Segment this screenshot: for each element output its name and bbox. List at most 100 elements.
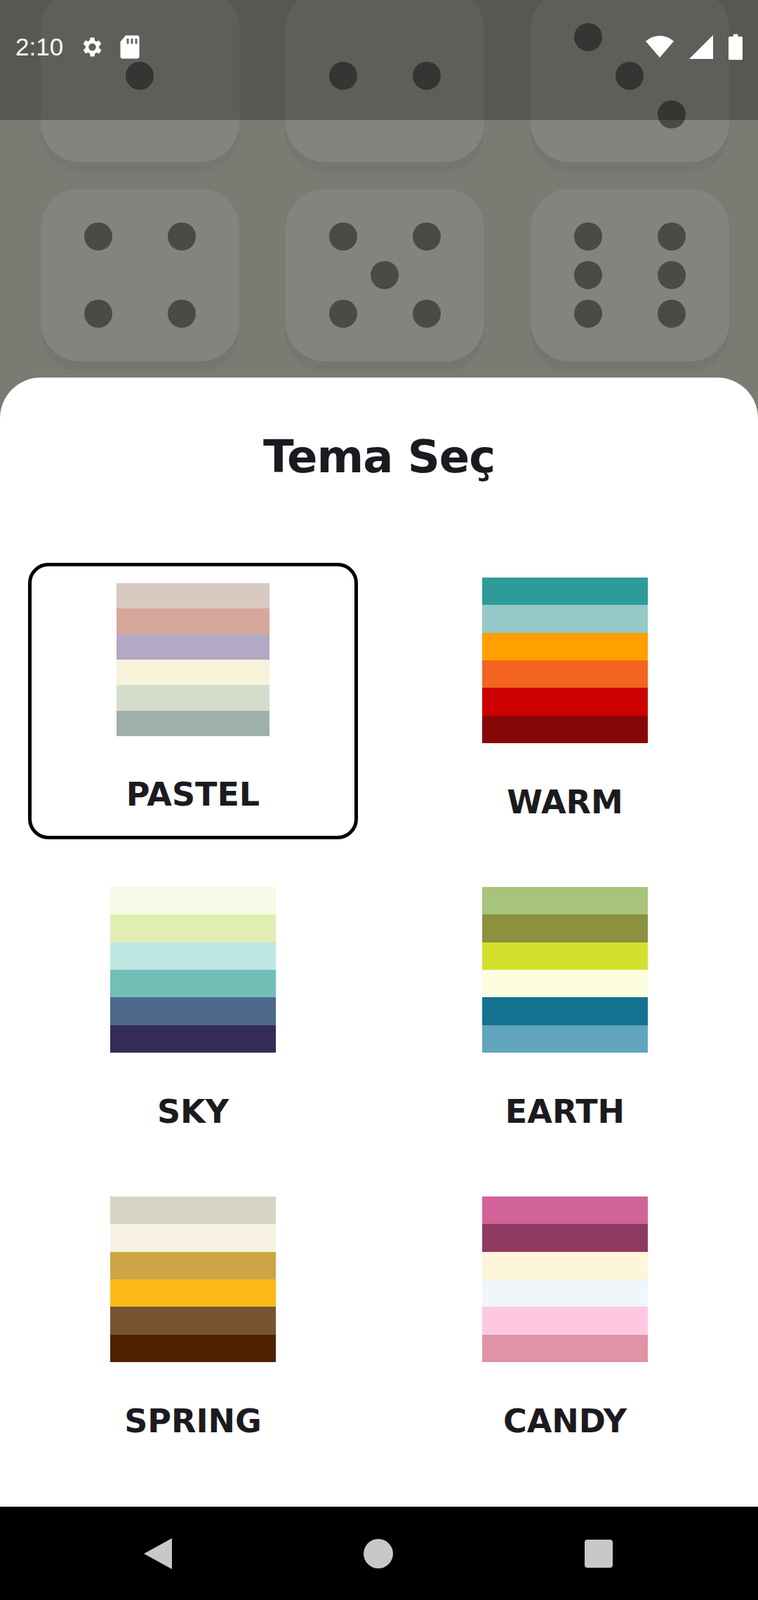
status-bar: 2:10 — [0, 0, 758, 121]
gear-icon — [78, 34, 104, 60]
theme-option[interactable]: PASTEL — [28, 562, 358, 840]
color-stripe — [482, 577, 648, 605]
clock: 2:10 — [15, 32, 64, 62]
color-stripe — [482, 969, 648, 998]
die-cell — [119, 255, 162, 295]
pip — [84, 299, 113, 328]
color-stripe — [482, 687, 648, 716]
color-swatch — [110, 887, 276, 1053]
color-stripe — [482, 633, 648, 661]
theme-option[interactable]: CANDY — [400, 1181, 730, 1459]
home-icon — [363, 1539, 394, 1569]
color-stripe — [482, 1196, 648, 1225]
theme-option[interactable]: SKY — [28, 872, 358, 1149]
theme-option[interactable]: WARM — [400, 562, 730, 840]
color-stripe — [482, 1224, 648, 1252]
die-cell — [119, 216, 162, 256]
color-stripe — [116, 583, 270, 609]
wifi-icon — [645, 35, 674, 59]
color-swatch — [482, 887, 648, 1053]
color-stripe — [110, 1306, 276, 1335]
color-stripe — [482, 1306, 648, 1335]
theme-name: PASTEL — [126, 776, 260, 813]
color-stripe — [110, 1196, 276, 1225]
pip — [412, 222, 441, 251]
die-cell — [567, 216, 610, 256]
color-stripe — [116, 685, 270, 711]
pip — [167, 222, 196, 251]
color-swatch — [482, 1196, 648, 1363]
color-stripe — [482, 604, 648, 633]
color-stripe — [110, 1224, 276, 1252]
die-cell — [322, 294, 365, 334]
color-swatch — [110, 1196, 276, 1363]
home-button[interactable] — [339, 1515, 417, 1593]
die-cell — [364, 294, 407, 334]
pip — [329, 222, 358, 251]
color-stripe — [116, 710, 270, 737]
recents-icon — [584, 1539, 613, 1568]
pip — [657, 222, 686, 251]
color-stripe — [110, 997, 276, 1025]
color-stripe — [110, 1279, 276, 1307]
color-stripe — [482, 1334, 648, 1363]
color-stripe — [482, 1252, 648, 1280]
color-stripe — [116, 634, 270, 660]
die — [530, 188, 730, 372]
color-stripe — [110, 942, 276, 970]
theme-name: CANDY — [503, 1403, 627, 1440]
pip — [329, 299, 358, 328]
die-cell — [119, 294, 162, 334]
pip — [657, 261, 686, 290]
theme-name: EARTH — [505, 1093, 625, 1130]
color-stripe — [110, 887, 276, 915]
color-stripe — [482, 1279, 648, 1307]
color-swatch — [482, 577, 648, 744]
color-swatch — [116, 583, 270, 737]
color-stripe — [482, 715, 648, 744]
die-cell — [609, 255, 652, 295]
background-area: 2:10 — [0, 0, 758, 378]
die-cell — [609, 294, 652, 334]
pip — [370, 261, 399, 290]
die-cell — [322, 216, 365, 256]
recents-button[interactable] — [560, 1515, 638, 1593]
die-cell — [160, 216, 203, 256]
color-stripe — [482, 997, 648, 1025]
battery-icon — [728, 33, 743, 61]
pip — [84, 222, 113, 251]
signal-icon — [689, 35, 714, 59]
die-cell — [160, 255, 203, 295]
die-cell — [650, 216, 693, 256]
color-stripe — [482, 660, 648, 688]
sheet-title: Tema Seç — [263, 430, 495, 484]
color-stripe — [482, 1025, 648, 1053]
pip — [574, 261, 603, 290]
back-icon — [143, 1538, 172, 1570]
die — [40, 188, 240, 372]
die-cell — [77, 255, 120, 295]
die-cell — [567, 255, 610, 295]
die-cell — [405, 216, 448, 256]
color-stripe — [116, 659, 270, 686]
pip — [574, 299, 603, 328]
theme-name: WARM — [506, 783, 623, 821]
status-row: 2:10 — [0, 0, 758, 95]
die-cell — [77, 216, 120, 256]
color-stripe — [110, 1252, 276, 1280]
pip — [574, 222, 603, 251]
color-stripe — [110, 1334, 276, 1363]
navigation-bar — [0, 1506, 758, 1600]
color-stripe — [110, 1025, 276, 1053]
theme-option[interactable]: SPRING — [28, 1181, 358, 1459]
die-cell — [322, 255, 365, 295]
theme-option[interactable]: EARTH — [400, 872, 730, 1149]
pip — [657, 299, 686, 328]
sd-card-icon — [119, 34, 141, 60]
color-stripe — [482, 887, 648, 915]
die-cell — [609, 216, 652, 256]
die-cell — [160, 294, 203, 334]
pip — [412, 299, 441, 328]
back-button[interactable] — [119, 1515, 197, 1593]
color-stripe — [110, 969, 276, 998]
